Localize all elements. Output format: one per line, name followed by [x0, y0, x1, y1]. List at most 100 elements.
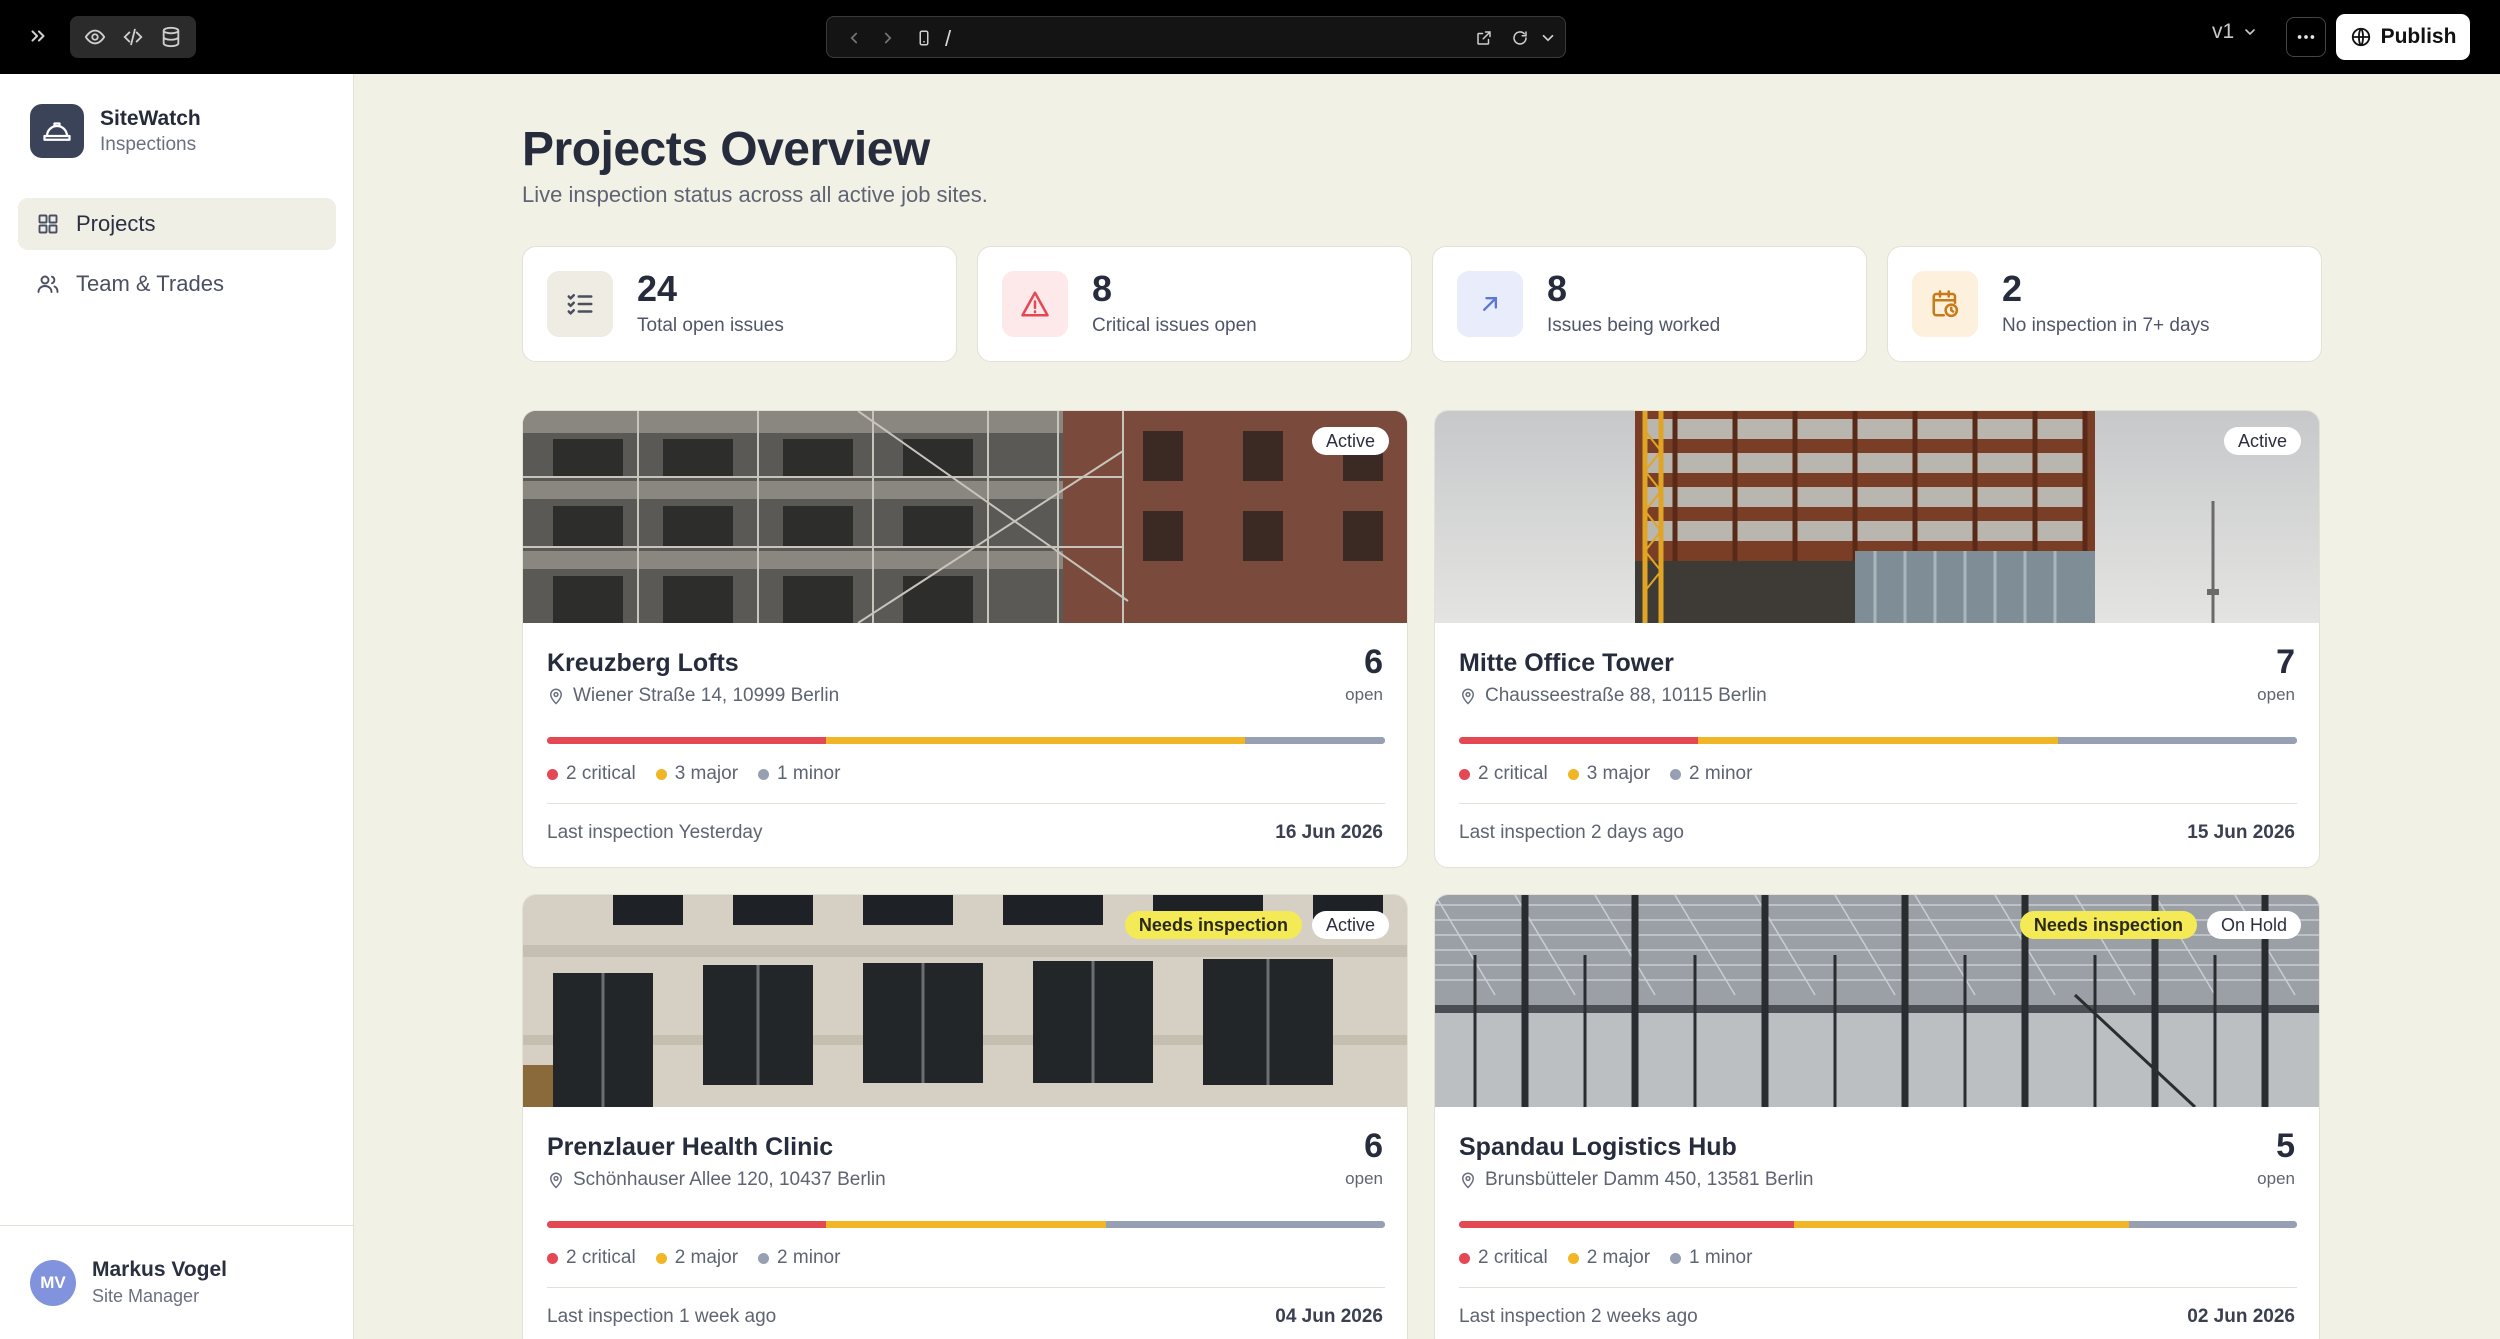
- page-subtitle: Live inspection status across all active…: [522, 182, 988, 207]
- severity-segment-critical: [547, 737, 827, 744]
- project-card[interactable]: Needs inspection Active Prenzlauer Health…: [522, 894, 1408, 1339]
- eye-icon: [84, 29, 106, 45]
- top-toolbar: / v1 Publish: [0, 0, 2500, 74]
- brand[interactable]: SiteWatch Inspections: [30, 104, 201, 158]
- legend-text: 2 major: [1586, 1247, 1651, 1268]
- expand-sidebar-button[interactable]: [20, 18, 56, 54]
- open-issue-count: 7: [2276, 643, 2295, 681]
- address-text: Brunsbütteler Damm 450, 13581 Berlin: [1485, 1169, 1814, 1190]
- users-icon: [37, 275, 59, 293]
- last-inspection: Last inspection 2 weeks ago: [1459, 1306, 1698, 1327]
- database-icon: [162, 26, 180, 48]
- user-profile[interactable]: MV Markus Vogel Site Manager: [0, 1225, 353, 1339]
- open-label: open: [1345, 1169, 1383, 1188]
- legend-text: 2 minor: [777, 1247, 841, 1268]
- project-name: Mitte Office Tower: [1459, 649, 1674, 677]
- needs-inspection-badge: Needs inspection: [2019, 911, 2197, 939]
- chevron-right-icon: [884, 32, 892, 44]
- stat-label: No inspection in 7+ days: [2002, 315, 2210, 336]
- open-issue-count: 6: [1364, 1127, 1383, 1165]
- grid-icon: [38, 214, 58, 234]
- stat-icon-box: [1912, 271, 1978, 337]
- severity-segment-critical: [1459, 1221, 1795, 1228]
- project-card[interactable]: Needs inspection On Hold Spandau Logistic…: [1434, 894, 2320, 1339]
- severity-legend: 2 critical 2 major 2 minor: [547, 1247, 840, 1269]
- user-role: Site Manager: [92, 1286, 200, 1306]
- stat-value: 2: [2002, 268, 2023, 309]
- project-grid: Active Kreuzberg Lofts Wiener Straße 14,…: [522, 410, 2322, 1339]
- severity-legend: 2 critical 2 major 1 minor: [1459, 1247, 1752, 1269]
- stat-card-critical-issues[interactable]: 8 Critical issues open: [977, 246, 1412, 362]
- stat-card-open-issues[interactable]: 24 Total open issues: [522, 246, 957, 362]
- open-issue-count: 6: [1364, 643, 1383, 681]
- address-text: Chausseestraße 88, 10115 Berlin: [1485, 685, 1767, 706]
- status-badge: On Hold: [2206, 911, 2301, 939]
- chevron-down-icon: [1542, 34, 1554, 42]
- publish-button[interactable]: Publish: [2336, 14, 2470, 60]
- legend-text: 3 major: [674, 763, 739, 784]
- map-pin-icon: [1461, 1172, 1475, 1189]
- sidebar-item-team-trades[interactable]: Team & Trades: [18, 258, 336, 310]
- view-mode-group: [70, 16, 196, 58]
- hard-hat-icon: [43, 122, 71, 141]
- back-button[interactable]: [841, 25, 867, 51]
- user-name: Markus Vogel: [92, 1258, 227, 1281]
- legend-critical: 2 critical: [547, 1247, 636, 1269]
- external-link-icon: [1477, 31, 1491, 45]
- legend-text: 2 critical: [566, 763, 636, 784]
- project-photo: [523, 411, 1407, 623]
- badge-group: Needs inspection On Hold: [2019, 911, 2301, 939]
- code-button[interactable]: [116, 20, 150, 54]
- stat-card-issues-in-progress[interactable]: 8 Issues being worked: [1432, 246, 1867, 362]
- url-bar: /: [826, 16, 1566, 58]
- sidebar-item-projects[interactable]: Projects: [18, 198, 336, 250]
- more-options-button[interactable]: [2286, 17, 2326, 57]
- badge-group: Active: [1311, 427, 1389, 455]
- url-menu-button[interactable]: [1535, 25, 1561, 51]
- version-label: v1: [2212, 20, 2235, 43]
- stat-value: 8: [1092, 268, 1113, 309]
- stat-card-stale-inspections[interactable]: 2 No inspection in 7+ days: [1887, 246, 2322, 362]
- severity-segment-major: [1698, 737, 2058, 744]
- version-selector[interactable]: v1: [2212, 20, 2258, 44]
- open-label: open: [2257, 1169, 2295, 1188]
- severity-segment-critical: [547, 1221, 827, 1228]
- stat-icon-box: [547, 271, 613, 337]
- project-card[interactable]: Active Kreuzberg Lofts Wiener Straße 14,…: [522, 410, 1408, 868]
- project-card[interactable]: Active Mitte Office Tower Chausseestraße…: [1434, 410, 2320, 868]
- url-path[interactable]: /: [945, 26, 951, 52]
- legend-major: 3 major: [1567, 763, 1650, 785]
- inspection-date: 04 Jun 2026: [1275, 1306, 1383, 1327]
- minor-dot: [1670, 768, 1682, 780]
- chevron-left-icon: [850, 32, 858, 44]
- open-external-button[interactable]: [1471, 25, 1497, 51]
- chevron-down-icon: [2245, 29, 2255, 36]
- status-badge: Active: [1311, 911, 1389, 939]
- device-toggle-button[interactable]: [911, 25, 937, 51]
- refresh-icon: [1513, 31, 1527, 45]
- stat-label: Critical issues open: [1092, 315, 1257, 336]
- alert-triangle-icon: [1021, 291, 1049, 317]
- major-dot: [655, 768, 667, 780]
- project-address: Chausseestraße 88, 10115 Berlin: [1459, 685, 1767, 707]
- stat-label: Total open issues: [637, 315, 784, 336]
- reload-button[interactable]: [1507, 25, 1533, 51]
- severity-segment-critical: [1459, 737, 1699, 744]
- address-text: Schönhauser Allee 120, 10437 Berlin: [573, 1169, 886, 1190]
- page-title: Projects Overview: [522, 123, 930, 176]
- inspection-date: 16 Jun 2026: [1275, 822, 1383, 843]
- database-button[interactable]: [154, 20, 188, 54]
- forward-button[interactable]: [875, 25, 901, 51]
- severity-segment-major: [826, 737, 1246, 744]
- arrow-up-right-icon: [1483, 297, 1497, 311]
- brand-subtitle: Inspections: [100, 133, 197, 155]
- legend-text: 2 critical: [566, 1247, 636, 1268]
- legend-critical: 2 critical: [547, 763, 636, 785]
- last-inspection: Last inspection 2 days ago: [1459, 822, 1684, 843]
- legend-critical: 2 critical: [1459, 1247, 1548, 1269]
- minor-dot: [758, 1252, 770, 1264]
- inspection-date: 15 Jun 2026: [2187, 822, 2295, 843]
- legend-critical: 2 critical: [1459, 763, 1548, 785]
- inspection-date: 02 Jun 2026: [2187, 1306, 2295, 1327]
- preview-button[interactable]: [78, 20, 112, 54]
